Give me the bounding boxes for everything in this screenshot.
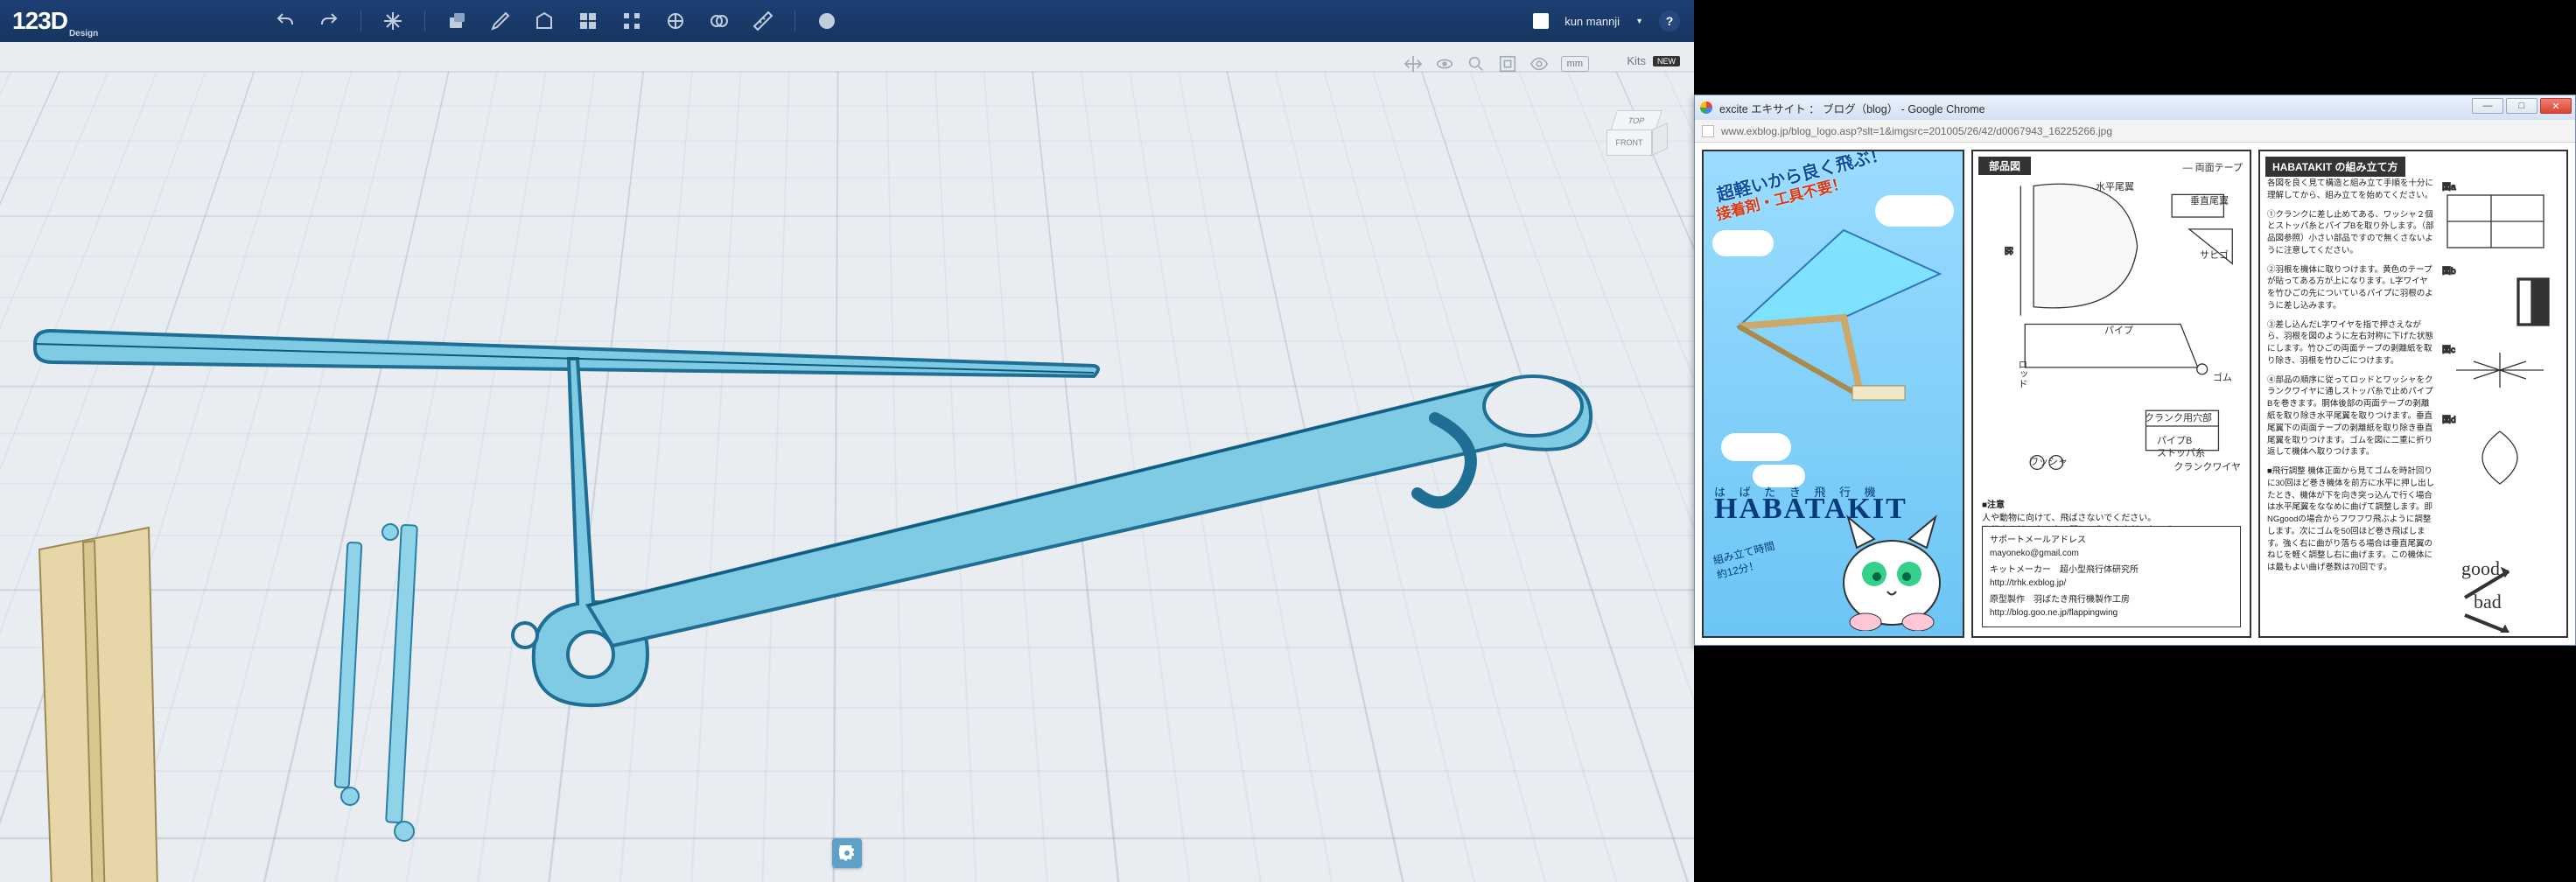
kit-url: http://trhk.exblog.jp/ (1990, 577, 2233, 590)
chrome-window: excite エキサイト ： ブログ（blog） - Google Chrome… (1694, 94, 2576, 646)
123d-design-window: 123D Design (0, 0, 1694, 882)
instructions-header: HABATAKIT の組み立て方 (2265, 157, 2405, 177)
step-5: ■飛行調整 機体正面から見てゴムを時計回りに30回ほど巻き機体を前方に水平に押し… (2267, 466, 2435, 574)
chrome-addressbar[interactable]: www.exblog.jp/blog_logo.asp?slt=1&imgsrc… (1695, 120, 2575, 143)
svg-text:図c: 図c (2442, 345, 2455, 355)
viewport-settings-button[interactable] (832, 838, 862, 868)
lbl-tape: — 両面テープ (2183, 160, 2243, 174)
url-text: www.exblog.jp/blog_logo.asp?slt=1&imgsrc… (1721, 125, 2112, 137)
chrome-content: 超軽いから良く飛ぶ！ 接着剤・工具不要！ は ば た き 飛 行 機 HABAT… (1695, 143, 2575, 645)
support-block: サポートメールアドレス mayoneko@gmail.com キットメーカー 超… (1982, 526, 2241, 627)
step-intro: 各図を良く見て構造と組み立て手順を十分に理解してから、組み立てを始めてください。 (2267, 178, 2435, 202)
pattern-icon[interactable] (620, 9, 644, 33)
user-name[interactable]: kun mannji (1564, 15, 1620, 28)
leaflet-cover-panel: 超軽いから良く飛ぶ！ 接着剤・工具不要！ は ば た き 飛 行 機 HABAT… (1702, 150, 1964, 638)
help-icon[interactable]: ? (1659, 10, 1680, 32)
good-label: good (2461, 557, 2500, 580)
measure-icon[interactable] (751, 9, 775, 33)
construct-icon[interactable] (532, 9, 556, 33)
app-logo[interactable]: 123D Design (12, 7, 98, 35)
fab-h: 原型製作 羽ばたき飛行機製作工房 (1990, 593, 2233, 606)
bad-label: bad (2474, 591, 2502, 613)
fab-url: http://blog.goo.ne.jp/flappingwing (1990, 606, 2233, 620)
user-menu-chevron-icon[interactable]: ▼ (1635, 17, 1643, 25)
redo-icon[interactable] (317, 9, 341, 33)
lbl-stopper: ストッパ糸 (2157, 445, 2205, 459)
svg-text:図a: 図a (2442, 182, 2456, 192)
window-close-button[interactable]: ✕ (2540, 98, 2572, 114)
lbl-htail: 水平尾翼 (2096, 179, 2134, 193)
chrome-titlebar[interactable]: excite エキサイト ： ブログ（blog） - Google Chrome… (1695, 95, 2575, 120)
right-monitor: excite エキサイト ： ブログ（blog） - Google Chrome… (1694, 0, 2576, 882)
lbl-sarubo: サヒゴ (2200, 248, 2229, 262)
lbl-crank: クランク用穴部 (2145, 410, 2212, 424)
combine-icon[interactable] (707, 9, 732, 33)
sketch-icon[interactable] (488, 9, 513, 33)
transform-icon[interactable] (381, 9, 405, 33)
lbl-crankw: クランクワイヤ (2174, 459, 2241, 473)
chrome-title-text: excite エキサイト ： ブログ（blog） - Google Chrome (1719, 100, 1985, 116)
window-maximize-button[interactable]: □ (2506, 98, 2538, 114)
lbl-rod: ロッド (2015, 360, 2029, 388)
user-avatar[interactable] (1533, 13, 1549, 29)
app-toolbar: 123D Design (0, 0, 1694, 42)
support-email: mayoneko@gmail.com (1990, 547, 2233, 560)
step-1: ①クランクに差し止めてある、ワッシャ２個とストッパ糸とパイプBを取り外します。（… (2267, 209, 2435, 257)
instructions-panel: HABATAKIT の組み立て方 各図を良く見て構造と組み立て手順を十分に理解し… (2258, 150, 2568, 638)
logo-text: 123D (12, 7, 67, 35)
lbl-gum: ゴム (2213, 370, 2232, 384)
gear-icon (839, 845, 855, 861)
window-minimize-button[interactable]: — (2472, 98, 2503, 114)
svg-text:図b: 図b (2442, 266, 2456, 276)
lbl-pipe: パイプ (2104, 323, 2133, 337)
modify-icon[interactable] (576, 9, 600, 33)
step-diagrams: 図a 図b 図c 図d (2439, 178, 2561, 633)
parts-panel: 部品図 羽 (1971, 150, 2251, 638)
logo-sub: Design (69, 29, 98, 38)
cover-illustration (1721, 221, 1949, 405)
step-4: ④部品の順序に従ってロッドとワッシャをクランクワイヤに通しストッパ糸で止めパイプ… (2267, 374, 2435, 458)
kit-h: キットメーカー 超小型飛行体研究所 (1990, 564, 2233, 577)
svg-text:羽: 羽 (2004, 247, 2014, 256)
materials-icon[interactable] (815, 9, 839, 33)
lbl-washer: ワッシャ (2029, 454, 2068, 468)
primitives-icon[interactable] (444, 9, 469, 33)
model-svg (0, 42, 1694, 882)
toolbar-right: kun mannji ▼ ? (1533, 0, 1680, 42)
svg-text:図d: 図d (2442, 415, 2456, 425)
lbl-vtail: 垂直尾翼 (2190, 193, 2229, 207)
page-icon (1702, 125, 1714, 137)
step-2: ②羽根を機体に取りつけます。黄色のテープが貼ってある方が上になります。L字ワイヤ… (2267, 264, 2435, 312)
support-h: サポートメールアドレス (1990, 534, 2233, 547)
cat-illustration (1826, 500, 1957, 631)
undo-icon[interactable] (273, 9, 298, 33)
grouping-icon[interactable] (663, 9, 688, 33)
caution-h: ■注意 (1982, 500, 2005, 510)
instructions-steps: 各図を良く見て構造と組み立て手順を十分に理解してから、組み立てを始めてください。… (2267, 178, 2435, 581)
3d-viewport[interactable]: KitsNEW mm TOP FRONT (0, 42, 1694, 882)
chrome-icon (1700, 102, 1712, 114)
toolbar-group (273, 9, 839, 33)
step-3: ③差し込んだL字ワイヤを指で押さえながら、羽根を図のように左右対称に下げた状態に… (2267, 319, 2435, 368)
